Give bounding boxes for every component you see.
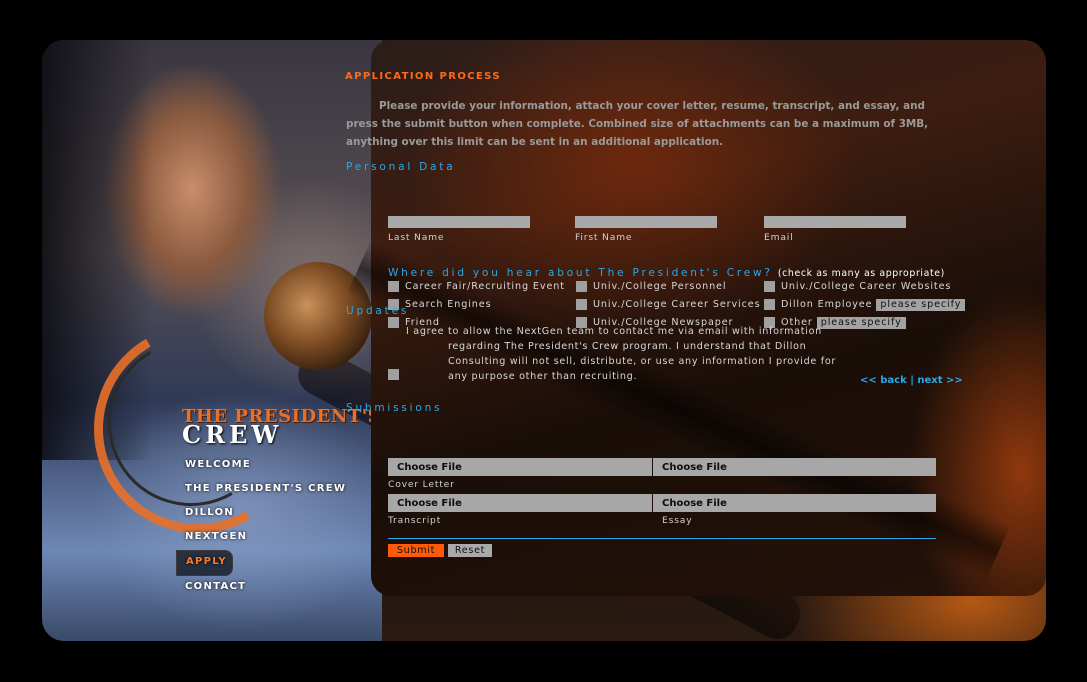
essay-file-button[interactable]: Choose File xyxy=(653,494,936,512)
transcript-file-button[interactable]: Choose File xyxy=(388,494,652,512)
nav-presidents-crew[interactable]: THE PRESIDENT'S CREW xyxy=(176,478,376,502)
college-personnel-label: Univ./College Personnel xyxy=(593,281,727,292)
career-fair-label: Career Fair/Recruiting Event xyxy=(405,281,565,292)
nav-contact[interactable]: CONTACT xyxy=(176,576,376,600)
logo-title-line2: CREW xyxy=(182,420,283,449)
first-name-group: First Name xyxy=(575,216,717,243)
nav-apply[interactable]: APPLY xyxy=(176,550,233,576)
main-nav: WELCOME THE PRESIDENT'S CREW DILLON NEXT… xyxy=(176,454,376,600)
reset-button[interactable]: Reset xyxy=(448,544,492,557)
updates-agree-text: I agree to allow the NextGen team to con… xyxy=(364,324,844,384)
back-link[interactable]: << back xyxy=(860,375,907,386)
last-name-input[interactable] xyxy=(388,216,530,228)
email-label: Email xyxy=(764,232,794,243)
career-services-checkbox[interactable] xyxy=(576,298,587,310)
pager-separator: | xyxy=(910,375,914,386)
nav-dillon[interactable]: DILLON xyxy=(176,502,376,526)
form-divider xyxy=(388,538,936,539)
section-submissions: Submissions xyxy=(346,402,443,414)
cover-letter-label: Cover Letter xyxy=(388,479,455,490)
pager-links: << back | next >> xyxy=(860,375,963,386)
career-services-label: Univ./College Career Services xyxy=(593,299,761,310)
transcript-label: Transcript xyxy=(388,515,442,526)
dillon-employee-label: Dillon Employee xyxy=(781,299,873,310)
hero-photo: THE PRESIDENT'S CREW WELCOME THE PRESIDE… xyxy=(42,40,808,641)
resume-file-button[interactable]: Choose File xyxy=(653,458,936,476)
dillon-employee-checkbox[interactable] xyxy=(764,298,775,310)
intro-text: Please provide your information, attach … xyxy=(346,100,929,149)
dillon-employee-specify-input[interactable]: please specify xyxy=(876,299,966,311)
submit-button[interactable]: Submit xyxy=(388,544,444,557)
page-title: APPLICATION PROCESS xyxy=(345,71,501,82)
email-group: Email xyxy=(764,216,906,243)
next-link[interactable]: next >> xyxy=(917,375,962,386)
career-fair-checkbox[interactable] xyxy=(388,280,399,292)
last-name-group: Last Name xyxy=(388,216,530,243)
email-input[interactable] xyxy=(764,216,906,228)
career-websites-label: Univ./College Career Websites xyxy=(781,281,952,292)
last-name-label: Last Name xyxy=(388,232,445,243)
first-name-label: First Name xyxy=(575,232,633,243)
updates-agree-label: I agree to allow the NextGen team to con… xyxy=(406,326,837,382)
cover-letter-file-button[interactable]: Choose File xyxy=(388,458,652,476)
essay-label: Essay xyxy=(662,515,693,526)
search-engines-label: Search Engines xyxy=(405,299,492,310)
nav-welcome[interactable]: WELCOME xyxy=(176,454,376,478)
first-name-input[interactable] xyxy=(575,216,717,228)
college-personnel-checkbox[interactable] xyxy=(576,280,587,292)
section-updates: Updates xyxy=(346,305,410,317)
career-websites-checkbox[interactable] xyxy=(764,280,775,292)
section-personal-data: Personal Data xyxy=(346,161,456,173)
nav-nextgen[interactable]: NEXTGEN xyxy=(176,526,376,550)
